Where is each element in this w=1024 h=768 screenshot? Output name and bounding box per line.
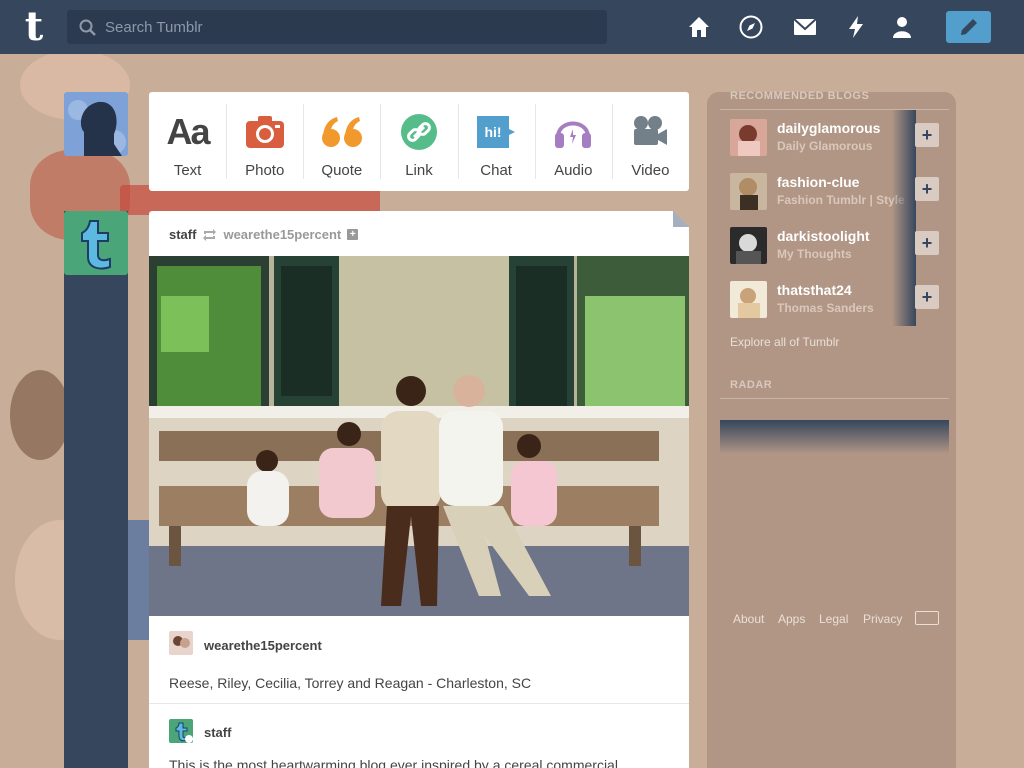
post-type-label: Video [631, 162, 670, 179]
post-type-label: Audio [554, 162, 593, 179]
dashboard-post: staff wearethe15percent + wearethe15perc… [149, 211, 689, 768]
radar-heading: RADAR [730, 379, 773, 391]
camera-icon [245, 116, 284, 148]
keyboard-shortcuts-icon[interactable] [915, 611, 939, 625]
follow-button[interactable]: + [915, 285, 939, 309]
recommended-blog-item[interactable]: fashion-clue Fashion Tumblr | Style + [720, 164, 949, 218]
headphones-icon [555, 121, 592, 148]
follow-plus-icon[interactable]: + [347, 229, 359, 240]
search-input[interactable] [105, 10, 585, 44]
caption-author-name[interactable]: wearethe15percent [204, 638, 322, 653]
link-icon [400, 114, 437, 150]
reblog-comment-text: This is the most heartwarming blog ever … [169, 757, 618, 768]
divider [720, 398, 949, 399]
account-icon[interactable] [889, 14, 915, 40]
silhouette-icon [68, 100, 126, 156]
reblog-author-avatar[interactable] [169, 719, 193, 743]
recommended-blogs-heading: RECOMMENDED BLOGS [730, 90, 870, 102]
post-type-chat[interactable]: hi! Chat [457, 92, 535, 191]
post-header: staff wearethe15percent + [169, 227, 359, 242]
post-type-text[interactable]: Aa Text [149, 92, 226, 191]
inbox-icon[interactable] [792, 14, 818, 40]
tumblr-logo[interactable]: t [14, 6, 54, 48]
blog-avatar[interactable] [730, 119, 767, 156]
reblog-author-name[interactable]: staff [204, 725, 231, 740]
activity-icon[interactable] [843, 14, 869, 40]
post-type-photo[interactable]: Photo [226, 92, 303, 191]
staff-avatar[interactable] [64, 211, 128, 275]
follow-button[interactable]: + [915, 177, 939, 201]
post-type-label: Chat [480, 162, 512, 179]
post-type-label: Quote [321, 162, 363, 179]
post-rail [64, 211, 128, 768]
caption-text: Reese, Riley, Cecilia, Torrey and Reagan… [169, 675, 532, 691]
blog-avatar[interactable] [730, 173, 767, 210]
explore-icon[interactable] [738, 14, 764, 40]
blog-avatar[interactable] [730, 227, 767, 264]
recommended-blog-item[interactable]: dailyglamorous Daily Glamorous + [720, 110, 949, 164]
blog-name[interactable]: thatsthat24 [777, 282, 852, 298]
quote-icon [321, 117, 362, 147]
post-corner-fold [673, 211, 689, 227]
reblog-icon [203, 228, 217, 241]
recommended-blog-item[interactable]: darkistoolight My Thoughts + [720, 218, 949, 272]
post-type-audio[interactable]: Audio [534, 92, 612, 191]
user-avatar[interactable] [64, 92, 128, 156]
follow-button[interactable]: + [915, 123, 939, 147]
post-type-label: Link [405, 162, 433, 179]
footer-privacy-link[interactable]: Privacy [863, 612, 902, 626]
fade-overlay [892, 110, 916, 164]
chat-icon: hi! [477, 116, 516, 148]
post-type-label: Photo [245, 162, 285, 179]
pencil-icon [961, 19, 977, 35]
compose-post-button[interactable] [946, 11, 991, 43]
blog-name[interactable]: fashion-clue [777, 174, 859, 190]
blog-name[interactable]: dailyglamorous [777, 120, 880, 136]
post-type-video[interactable]: Video [611, 92, 689, 191]
text-icon: Aa [166, 111, 211, 152]
tumblr-t-icon [81, 220, 111, 270]
caption-author-avatar[interactable] [169, 631, 193, 655]
blog-avatar[interactable] [730, 281, 767, 318]
radar-post[interactable] [720, 420, 949, 454]
home-icon[interactable] [686, 14, 712, 40]
post-type-label: Text [173, 162, 202, 179]
explore-link[interactable]: Explore all of Tumblr [730, 335, 839, 349]
footer-legal-link[interactable]: Legal [819, 612, 848, 626]
post-caption: wearethe15percent Reese, Riley, Cecilia,… [149, 616, 689, 704]
footer-apps-link[interactable]: Apps [778, 612, 805, 626]
background-collage [10, 370, 70, 460]
fade-overlay [892, 272, 916, 326]
fade-overlay [892, 164, 916, 218]
search-icon [79, 19, 96, 36]
fade-overlay [892, 218, 916, 272]
post-photo[interactable] [149, 256, 689, 616]
top-navigation-bar: t [0, 0, 1024, 54]
post-type-link[interactable]: Link [380, 92, 457, 191]
reblogged-from-link[interactable]: wearethe15percent [223, 227, 341, 242]
follow-button[interactable]: + [915, 231, 939, 255]
post-type-quote[interactable]: Quote [303, 92, 380, 191]
recommended-blog-item[interactable]: thatsthat24 Thomas Sanders + [720, 272, 949, 326]
post-author-link[interactable]: staff [169, 227, 196, 242]
blog-name[interactable]: darkistoolight [777, 228, 870, 244]
footer-about-link[interactable]: About [733, 612, 764, 626]
video-camera-icon [634, 116, 668, 145]
search-box[interactable] [67, 10, 607, 44]
post-type-bar: Aa Text Photo Quote Link hi! Chat Audio … [149, 92, 689, 191]
svg-text:hi!: hi! [485, 124, 502, 140]
